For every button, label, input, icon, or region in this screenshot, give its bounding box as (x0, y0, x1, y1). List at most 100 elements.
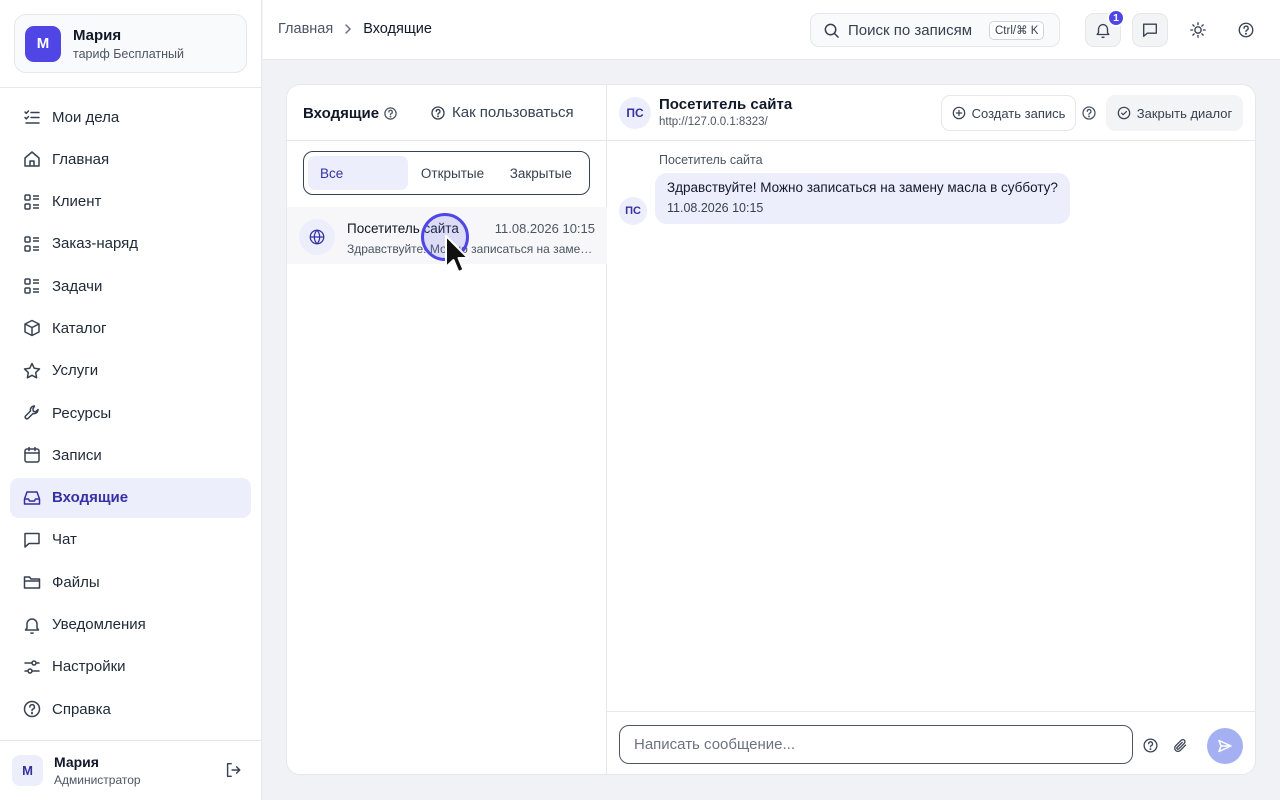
sidebar-item-client[interactable]: Клиент (10, 182, 251, 222)
sidebar-item-appointments[interactable]: Записи (10, 435, 251, 475)
user-name: Мария (54, 753, 99, 770)
help-icon (22, 699, 42, 719)
check-circle-icon (1117, 106, 1131, 120)
plus-circle-icon (952, 106, 966, 120)
create-appointment-button[interactable]: Создать запись (941, 95, 1076, 131)
org-name: Мария (73, 26, 122, 44)
sidebar-item-label: Входящие (52, 489, 129, 507)
sidebar-item-tasks[interactable]: Задачи (10, 266, 251, 306)
create-appointment-label: Создать запись (971, 105, 1066, 121)
search-icon (823, 22, 840, 39)
sidebar-item-inbox[interactable]: Входящие (10, 477, 251, 518)
sidebar-item-catalog[interactable]: Каталог (10, 308, 251, 348)
messages-button[interactable] (1132, 13, 1168, 47)
org-plan: тариф Бесплатный (73, 46, 184, 61)
sidebar-item-settings[interactable]: Настройки (10, 647, 251, 687)
user-avatar: М (12, 754, 43, 786)
message-input[interactable] (619, 725, 1133, 764)
logout-icon[interactable] (224, 761, 242, 779)
bell-icon (22, 615, 42, 635)
search-shortcut: Ctrl/⌘ K (989, 20, 1045, 40)
sidebar-item-work-orders[interactable]: Заказ-наряд (10, 224, 251, 264)
inbox-title: Входящие (303, 105, 380, 122)
chat-icon (1141, 21, 1159, 39)
chat-source-url[interactable]: http://127.0.0.1:8323/ (659, 116, 768, 128)
close-dialog-button[interactable]: Закрыть диалог (1106, 95, 1243, 131)
message-composer (607, 711, 1255, 774)
sidebar-item-label: Каталог (52, 319, 107, 337)
notifications-badge: 1 (1107, 9, 1125, 27)
sidebar-item-label: Настройки (52, 658, 126, 676)
globe-icon (308, 228, 326, 246)
user-role: Администратор (54, 772, 141, 787)
inbox-card: Входящие Как пользоваться Все Открытые З… (286, 84, 1256, 775)
filter-all[interactable]: Все (308, 156, 409, 190)
sun-icon (1189, 21, 1207, 39)
filter-closed[interactable]: Закрытые (497, 156, 585, 190)
help-button[interactable] (1228, 13, 1264, 47)
checklist-icon (22, 107, 42, 127)
sidebar-item-resources[interactable]: Ресурсы (10, 393, 251, 433)
home-icon (22, 149, 42, 169)
send-button[interactable] (1207, 728, 1243, 764)
chat-panel: ПС Посетитель сайта http://127.0.0.1:832… (607, 85, 1255, 774)
search-box[interactable]: Поиск по записям Ctrl/⌘ K (810, 13, 1060, 47)
help-icon[interactable] (1081, 105, 1097, 121)
search-input[interactable]: Поиск по записям (848, 22, 978, 39)
help-icon (430, 105, 446, 121)
filter-open[interactable]: Открытые (408, 156, 496, 190)
sidebar-item-files[interactable]: Файлы (10, 562, 251, 602)
chat-icon (22, 530, 42, 550)
help-icon[interactable] (383, 106, 398, 121)
chat-avatar: ПС (619, 97, 651, 129)
wrench-icon (22, 403, 42, 423)
sidebar-divider (0, 87, 262, 88)
send-icon (1217, 738, 1233, 754)
conversation-time: 11.08.2026 10:15 (494, 221, 595, 236)
box-icon (22, 318, 42, 338)
sidebar-item-services[interactable]: Услуги (10, 351, 251, 391)
message-sender: Посетитель сайта (659, 153, 763, 167)
chat-header: ПС Посетитель сайта http://127.0.0.1:832… (607, 85, 1255, 141)
folder-icon (22, 572, 42, 592)
how-to-use-link[interactable]: Как пользоваться (430, 104, 574, 121)
sidebar-item-label: Клиент (52, 193, 102, 211)
org-avatar: М (25, 25, 61, 62)
theme-toggle-button[interactable] (1180, 13, 1216, 47)
chevron-right-icon (341, 22, 355, 36)
close-dialog-label: Закрыть диалог (1136, 105, 1233, 121)
message-text: Здравствуйте! Можно записаться на замену… (667, 180, 1058, 195)
sidebar-item-my-tasks[interactable]: Мои дела (10, 97, 251, 137)
paperclip-icon[interactable] (1172, 737, 1189, 754)
sidebar-item-label: Задачи (52, 277, 103, 295)
sidebar-item-chat[interactable]: Чат (10, 520, 251, 560)
message-time: 11.08.2026 10:15 (667, 201, 764, 215)
sidebar-item-notifications[interactable]: Уведомления (10, 605, 251, 645)
sidebar-item-label: Главная (52, 150, 110, 168)
breadcrumb-home[interactable]: Главная (278, 21, 333, 37)
breadcrumb: Главная Входящие (278, 21, 432, 37)
sidebar-item-label: Уведомления (52, 616, 146, 634)
mouse-cursor-icon (445, 235, 469, 273)
sidebar-item-label: Мои дела (52, 108, 120, 126)
sidebar-item-help[interactable]: Справка (10, 689, 251, 729)
inbox-icon (22, 488, 42, 508)
list-icon (22, 234, 42, 254)
help-icon[interactable] (1142, 737, 1159, 754)
sidebar-item-home[interactable]: Главная (10, 139, 251, 179)
topbar: Главная Входящие Поиск по записям Ctrl/⌘… (263, 0, 1280, 60)
how-to-use-label: Как пользоваться (452, 104, 574, 121)
sidebar-item-label: Ресурсы (52, 404, 112, 422)
message-avatar: ПС (619, 197, 647, 225)
calendar-icon (22, 445, 42, 465)
notifications-button[interactable]: 1 (1085, 9, 1125, 47)
sidebar-item-label: Файлы (52, 573, 100, 591)
list-icon (22, 276, 42, 296)
chat-contact-name: Посетитель сайта (659, 96, 793, 113)
sidebar-item-label: Заказ-наряд (52, 235, 139, 253)
star-icon (22, 361, 42, 381)
org-switcher[interactable]: М Мария тариф Бесплатный (14, 14, 247, 73)
help-icon (1237, 21, 1255, 39)
list-icon (22, 192, 42, 212)
sidebar-item-label: Справка (52, 700, 111, 718)
